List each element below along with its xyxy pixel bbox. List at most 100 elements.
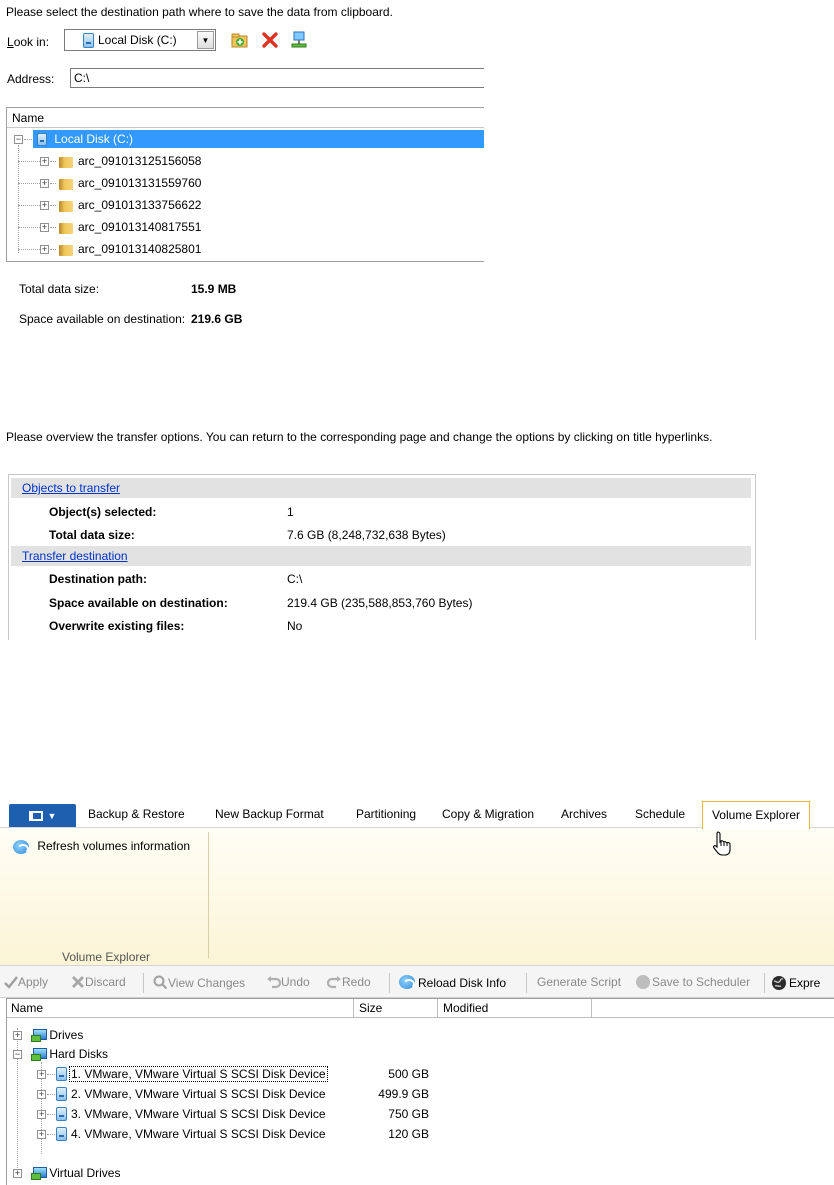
- expand-icon[interactable]: +: [40, 179, 49, 188]
- expand-icon[interactable]: +: [40, 201, 49, 210]
- discard-label: Discard: [85, 975, 126, 989]
- look-in-label: Look in:: [7, 35, 50, 49]
- ribbon-group-label: Volume Explorer: [62, 950, 151, 964]
- collapse-icon[interactable]: −: [13, 1050, 22, 1059]
- redo-button[interactable]: Redo: [326, 975, 371, 989]
- view-changes-button[interactable]: View Changes: [153, 975, 245, 990]
- action-toolbar: Apply Discard View Changes Undo Redo Rel…: [0, 966, 834, 998]
- folder-label: arc_091013140825801: [78, 242, 202, 256]
- clock-icon: [636, 975, 650, 989]
- tree-item-hard-disks[interactable]: Hard Disks: [31, 1045, 108, 1063]
- reload-disk-info-button[interactable]: Reload Disk Info: [399, 975, 506, 990]
- expand-icon[interactable]: +: [40, 223, 49, 232]
- tree-root-local-disk[interactable]: Local Disk (C:): [33, 130, 484, 148]
- folder-row[interactable]: arc_091013140825801: [59, 240, 201, 258]
- expand-icon[interactable]: +: [37, 1070, 46, 1079]
- delete-icon[interactable]: [261, 31, 279, 49]
- tab-schedule[interactable]: Schedule: [635, 807, 685, 821]
- folder-row[interactable]: arc_091013140817551: [59, 218, 201, 236]
- space-available-value: 219.6 GB: [191, 312, 243, 326]
- transfer-destination-link[interactable]: Transfer destination: [22, 549, 128, 563]
- folder-row[interactable]: arc_091013125156058: [59, 152, 201, 170]
- refresh-volumes-button[interactable]: Refresh volumes information: [13, 839, 190, 854]
- tree-item-virtual-drives[interactable]: Virtual Drives: [31, 1164, 120, 1182]
- network-icon[interactable]: [290, 31, 308, 49]
- expand-icon[interactable]: +: [13, 1031, 22, 1040]
- expand-icon[interactable]: +: [40, 245, 49, 254]
- total-size-label: Total data size:: [19, 282, 100, 296]
- undo-button[interactable]: Undo: [266, 975, 310, 989]
- drives-label: Drives: [49, 1028, 84, 1042]
- tab-volume-explorer[interactable]: Volume Explorer: [702, 801, 810, 829]
- expand-icon[interactable]: +: [37, 1130, 46, 1139]
- magnifier-icon: [153, 975, 168, 990]
- chevron-down-icon: ▼: [47, 810, 57, 821]
- app-menu-button[interactable]: ▼: [9, 804, 76, 827]
- express-button[interactable]: Expre: [771, 975, 820, 991]
- objects-selected-label: Object(s) selected:: [49, 505, 157, 519]
- total-size-value: 15.9 MB: [191, 282, 237, 296]
- ribbon-panel: Refresh volumes information Volume Explo…: [0, 828, 834, 966]
- tab-archives[interactable]: Archives: [561, 807, 607, 821]
- tree-column-name[interactable]: Name: [7, 108, 484, 128]
- globe-icon: [772, 976, 786, 990]
- disk-icon: [56, 1127, 67, 1141]
- discard-button[interactable]: Discard: [71, 975, 126, 989]
- expand-icon[interactable]: +: [37, 1090, 46, 1099]
- transfer-instruction: Please overview the transfer options. Yo…: [6, 430, 713, 444]
- expand-icon[interactable]: +: [40, 157, 49, 166]
- expand-icon[interactable]: +: [37, 1110, 46, 1119]
- drives-icon: [31, 1029, 47, 1043]
- disk-icon: [56, 1107, 67, 1121]
- local-disk-icon: [83, 32, 94, 48]
- disk-size: 120 GB: [388, 1127, 429, 1141]
- folder-row[interactable]: arc_091013133756622: [59, 196, 201, 214]
- tree-item-drives[interactable]: Drives: [31, 1026, 83, 1044]
- undo-label: Undo: [281, 975, 310, 989]
- tab-new-backup-format[interactable]: New Backup Format: [215, 807, 324, 821]
- tree-root-label: Local Disk (C:): [54, 132, 134, 146]
- tab-copy-migration[interactable]: Copy & Migration: [442, 807, 534, 821]
- generate-script-button[interactable]: Generate Script: [537, 975, 621, 989]
- view-changes-label: View Changes: [168, 976, 246, 990]
- folder-icon: [59, 155, 75, 169]
- objects-to-transfer-link[interactable]: Objects to transfer: [22, 481, 120, 495]
- chevron-down-icon[interactable]: ▼: [197, 31, 214, 49]
- redo-label: Redo: [342, 975, 371, 989]
- collapse-icon[interactable]: −: [14, 135, 23, 144]
- disk-row[interactable]: 1. VMware, VMware Virtual S SCSI Disk De…: [56, 1065, 328, 1083]
- column-name[interactable]: Name: [6, 999, 354, 1018]
- save-to-scheduler-button[interactable]: Save to Scheduler: [636, 975, 750, 989]
- look-in-label-rest: ook in:: [13, 35, 50, 49]
- disk-size: 499.9 GB: [378, 1087, 429, 1101]
- folder-row[interactable]: arc_091013131559760: [59, 174, 201, 192]
- tab-partitioning[interactable]: Partitioning: [356, 807, 416, 821]
- save-scheduler-label: Save to Scheduler: [652, 975, 751, 989]
- destination-path-label: Destination path:: [49, 572, 147, 586]
- disk-row[interactable]: 2. VMware, VMware Virtual S SCSI Disk De…: [56, 1085, 327, 1103]
- look-in-value: Local Disk (C:): [98, 33, 177, 47]
- check-icon: [4, 976, 18, 989]
- reload-icon: [399, 975, 415, 989]
- address-label: Address:: [7, 72, 55, 86]
- look-in-combo[interactable]: Local Disk (C:) ▼: [64, 29, 216, 51]
- disk-size: 500 GB: [388, 1067, 429, 1081]
- clipboard-instruction: Please select the destination path where…: [6, 5, 393, 19]
- expand-icon[interactable]: +: [13, 1169, 22, 1178]
- folder-tree[interactable]: Name − Local Disk (C:) + arc_091013125156…: [6, 107, 484, 262]
- column-modified[interactable]: Modified: [438, 999, 592, 1018]
- refresh-icon: [13, 839, 29, 854]
- address-field[interactable]: C:\: [70, 68, 484, 88]
- express-label: Expre: [789, 976, 821, 990]
- overwrite-value: No: [287, 619, 303, 633]
- column-size[interactable]: Size: [354, 999, 438, 1018]
- tab-backup-restore[interactable]: Backup & Restore: [88, 807, 185, 821]
- folder-label: arc_091013140817551: [78, 220, 202, 234]
- new-folder-icon[interactable]: [231, 31, 249, 49]
- disk-icon: [56, 1067, 67, 1081]
- volume-explorer-app: ▼ Backup & Restore New Backup Format Par…: [0, 800, 834, 1185]
- apply-button[interactable]: Apply: [4, 975, 48, 989]
- objects-selected-value: 1: [287, 505, 294, 519]
- disk-row[interactable]: 4. VMware, VMware Virtual S SCSI Disk De…: [56, 1125, 327, 1143]
- disk-row[interactable]: 3. VMware, VMware Virtual S SCSI Disk De…: [56, 1105, 327, 1123]
